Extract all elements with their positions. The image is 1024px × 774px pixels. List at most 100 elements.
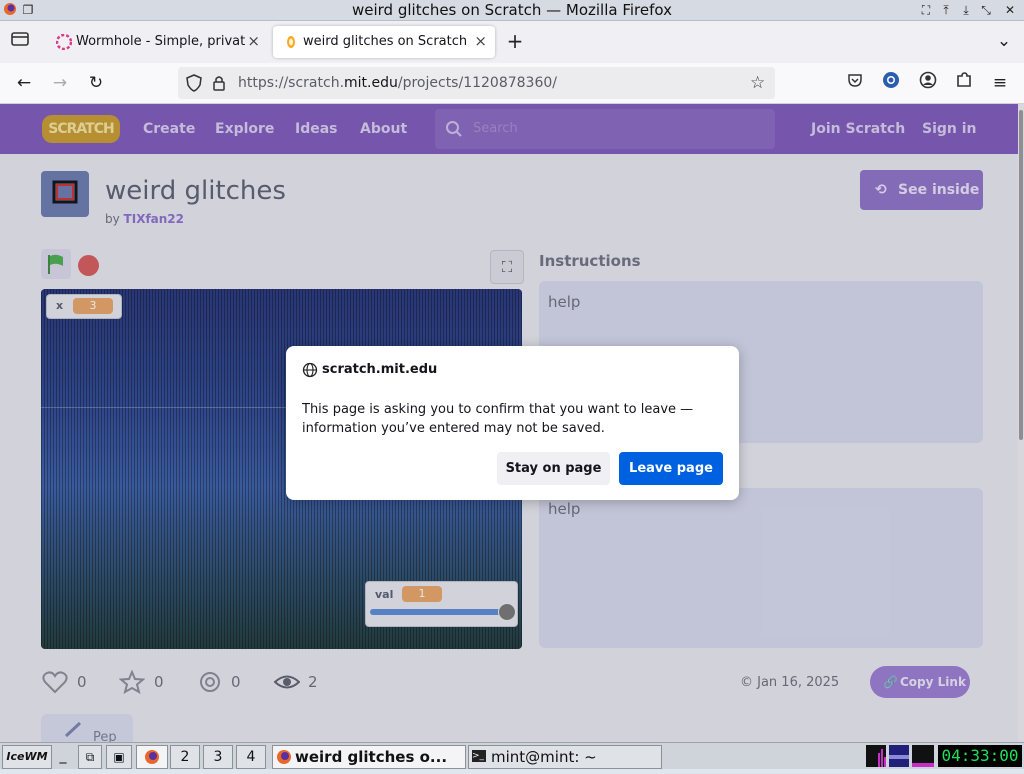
instructions-text: help	[548, 293, 581, 311]
slider-fill	[370, 609, 506, 615]
variable-monitor-val[interactable]: val 1	[365, 581, 518, 627]
copy-link-button[interactable]: 🔗 Copy Link	[870, 666, 970, 698]
link-icon: 🔗	[883, 675, 898, 689]
project-byline: by TIXfan22	[105, 212, 185, 226]
fullscreen-icon[interactable]: ⛶	[918, 2, 934, 18]
scratch-logo[interactable]: SCRATCH	[42, 115, 120, 143]
project-title: weird glitches	[105, 176, 286, 206]
slider-track[interactable]	[370, 609, 506, 615]
variable-x-value: 3	[73, 298, 113, 314]
forward-icon[interactable]: →	[48, 71, 72, 95]
terminal-task-icon: >_	[472, 750, 486, 762]
account-icon[interactable]	[916, 71, 940, 95]
close-window-icon[interactable]: ✕	[1002, 2, 1018, 18]
memory-monitor-icon	[912, 745, 934, 767]
workspace-4[interactable]: 4	[236, 745, 266, 769]
green-flag-icon	[48, 254, 63, 274]
leave-page-button[interactable]: Leave page	[619, 452, 723, 485]
nav-about[interactable]: About	[360, 121, 407, 137]
variable-val-value: 1	[402, 586, 442, 602]
bookmark-star-icon[interactable]: ☆	[750, 73, 765, 93]
page-scrollbar-thumb[interactable]	[1019, 110, 1023, 440]
shield-icon[interactable]	[186, 74, 202, 96]
nav-explore[interactable]: Explore	[215, 121, 274, 137]
notes-text: help	[548, 500, 581, 518]
start-menu-button[interactable]: IceWM	[2, 745, 52, 769]
clock: 04:33:00	[938, 745, 1022, 767]
window-list-icon[interactable]: ⧉	[78, 745, 102, 769]
tab-bar: Wormhole - Simple, private × weird glitc…	[0, 21, 1024, 63]
firefox-icon	[145, 750, 159, 764]
share-date: © Jan 16, 2025	[740, 675, 840, 690]
cpu-monitor-icon	[866, 745, 886, 767]
tab-label: Wormhole - Simple, private	[76, 34, 246, 49]
new-tab-icon[interactable]: +	[503, 29, 527, 53]
studio-card[interactable]: Pep	[41, 714, 133, 742]
url-text: https://scratch.mit.edu/projects/1120878…	[238, 75, 557, 91]
stop-button[interactable]	[78, 255, 99, 276]
see-inside-button[interactable]: ⟲ See inside	[860, 170, 983, 210]
scratch-favicon-icon	[283, 34, 299, 54]
reload-icon[interactable]: ↻	[84, 71, 108, 95]
dialog-host: scratch.mit.edu	[322, 362, 438, 377]
extensions-puzzle-icon[interactable]	[952, 71, 976, 95]
close-tab-icon[interactable]: ×	[247, 32, 260, 50]
show-desktop-icon[interactable]: _	[54, 745, 72, 767]
back-icon[interactable]: ←	[12, 71, 36, 95]
terminal-launcher-icon[interactable]: ▣	[106, 745, 132, 769]
nav-ideas[interactable]: Ideas	[295, 121, 338, 137]
extension-globe-icon[interactable]	[879, 71, 903, 95]
close-tab-icon[interactable]: ×	[474, 32, 487, 50]
url-bar[interactable]: https://scratch.mit.edu/projects/1120878…	[178, 67, 775, 99]
scratch-header: SCRATCH Create Explore Ideas About Searc…	[0, 104, 1018, 154]
heart-icon	[42, 671, 68, 694]
taskbar: IceWM _ ⧉ ▣ 2 3 4 weird glitches o... >_…	[0, 742, 1024, 769]
minimize-icon[interactable]: ⤓	[958, 2, 974, 18]
firefox-view-icon[interactable]	[8, 30, 32, 54]
star-icon	[118, 669, 146, 695]
nav-bar: ← → ↻ https://scratch.mit.edu/projects/1…	[0, 63, 1024, 104]
list-tabs-icon[interactable]: ⌄	[992, 29, 1016, 53]
workspace-3[interactable]: 3	[203, 745, 233, 769]
remix-arrows-icon: ⟲	[875, 182, 887, 198]
rollup-icon[interactable]: ⤒	[938, 2, 954, 18]
tab-wormhole[interactable]: Wormhole - Simple, private ×	[46, 26, 268, 58]
window-titlebar: ❐ weird glitches on Scratch — Mozilla Fi…	[0, 0, 1024, 21]
scratch-search-box[interactable]: Search	[435, 109, 775, 149]
tab-weird-glitches[interactable]: weird glitches on Scratch ×	[273, 26, 495, 58]
wormhole-favicon-icon	[55, 33, 73, 54]
globe-icon	[302, 362, 318, 382]
tab-label: weird glitches on Scratch	[303, 34, 468, 49]
slider-knob[interactable]	[498, 603, 516, 621]
task-firefox[interactable]: weird glitches o...	[272, 745, 466, 769]
view-count: 2	[273, 670, 318, 698]
notes-box: help	[539, 488, 983, 648]
workspace-1-firefox[interactable]	[136, 745, 168, 769]
workspace-2[interactable]: 2	[170, 745, 200, 769]
hamburger-menu-icon[interactable]: ≡	[988, 71, 1012, 95]
network-monitor-icon	[889, 745, 909, 767]
lock-icon[interactable]	[212, 74, 226, 96]
favorite-button[interactable]: 0	[118, 669, 164, 698]
variable-monitor-x[interactable]: x 3	[46, 294, 122, 319]
author-link[interactable]: TIXfan22	[124, 212, 184, 226]
pocket-icon[interactable]	[843, 71, 867, 95]
love-button[interactable]: 0	[42, 670, 87, 698]
search-placeholder: Search	[473, 121, 518, 136]
project-thumbnail	[41, 171, 89, 217]
leave-page-dialog: scratch.mit.edu This page is asking you …	[286, 346, 739, 500]
fullscreen-stage-icon[interactable]: ⛶	[490, 250, 524, 284]
firefox-task-icon	[277, 750, 291, 764]
task-terminal[interactable]: >_ mint@mint: ~	[468, 745, 662, 769]
stay-on-page-button[interactable]: Stay on page	[497, 452, 610, 485]
green-flag-button[interactable]	[41, 249, 71, 279]
restore-icon[interactable]: ⤡	[978, 2, 994, 18]
dialog-message: This page is asking you to confirm that …	[302, 402, 694, 436]
nav-create[interactable]: Create	[143, 121, 195, 137]
window-title: weird glitches on Scratch — Mozilla Fire…	[351, 1, 672, 19]
eye-icon	[273, 675, 301, 689]
remix-count: 0	[198, 670, 241, 698]
join-scratch-link[interactable]: Join Scratch	[811, 121, 905, 137]
remix-spiral-icon	[200, 672, 220, 692]
sign-in-link[interactable]: Sign in	[922, 121, 977, 137]
